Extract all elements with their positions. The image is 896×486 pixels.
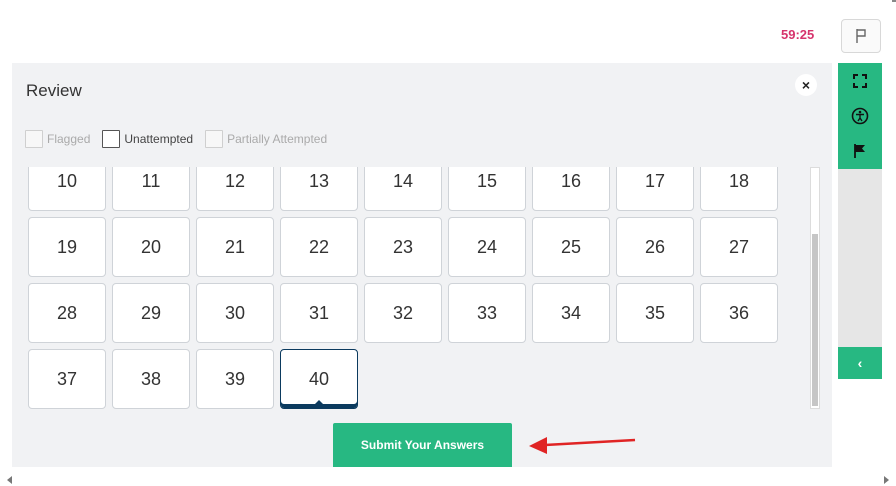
question-cell-30[interactable]: 30: [196, 283, 274, 343]
annotation-arrow: [529, 437, 636, 454]
question-cell-28[interactable]: 28: [28, 283, 106, 343]
exam-timer: 59:25: [781, 27, 815, 42]
question-cell-15[interactable]: 15: [448, 167, 526, 211]
question-cell-37[interactable]: 37: [28, 349, 106, 409]
question-cell-31[interactable]: 31: [280, 283, 358, 343]
question-cell-32[interactable]: 32: [364, 283, 442, 343]
page: 59:25 Review × Flagged Unattempted Parti…: [0, 0, 896, 486]
question-cell-33[interactable]: 33: [448, 283, 526, 343]
close-icon: ×: [801, 77, 811, 93]
close-review-button[interactable]: ×: [795, 74, 817, 96]
question-cell-38[interactable]: 38: [112, 349, 190, 409]
side-toolbar: ‹: [838, 63, 882, 379]
fullscreen-icon[interactable]: [848, 69, 872, 93]
legend-unattempted[interactable]: Unattempted: [102, 130, 193, 148]
question-cell-35[interactable]: 35: [616, 283, 694, 343]
question-cell-13[interactable]: 13: [280, 167, 358, 211]
question-cell-36[interactable]: 36: [700, 283, 778, 343]
question-cell-19[interactable]: 19: [28, 217, 106, 277]
legend-partially-attempted[interactable]: Partially Attempted: [205, 130, 327, 148]
question-cell-21[interactable]: 21: [196, 217, 274, 277]
question-cell-14[interactable]: 14: [364, 167, 442, 211]
question-cell-26[interactable]: 26: [616, 217, 694, 277]
review-legend: Flagged Unattempted Partially Attempted: [25, 130, 339, 148]
question-cell-16[interactable]: 16: [532, 167, 610, 211]
question-grid-viewport: 10 11 12 13 14 15 16 17 18 19 20 21 22 23 24 25 26 27 28 29…: [28, 167, 784, 413]
accessibility-icon[interactable]: [848, 104, 872, 128]
review-panel: Review × Flagged Unattempted Partially A…: [12, 63, 832, 467]
legend-unattempted-checkbox[interactable]: [102, 130, 121, 148]
legend-partially-attempted-label: Partially Attempted: [227, 132, 328, 146]
question-cell-12[interactable]: 12: [196, 167, 274, 211]
question-grid-scrollbar[interactable]: [810, 167, 820, 409]
question-cell-27[interactable]: 27: [700, 217, 778, 277]
legend-partially-attempted-checkbox[interactable]: [205, 130, 224, 148]
scroll-right-icon[interactable]: [884, 476, 889, 484]
flag-icon[interactable]: [848, 139, 872, 163]
question-cell-23[interactable]: 23: [364, 217, 442, 277]
question-cell-20[interactable]: 20: [112, 217, 190, 277]
question-cell-40[interactable]: 40: [280, 349, 358, 409]
question-cell-24[interactable]: 24: [448, 217, 526, 277]
window-edge: [892, 0, 896, 2]
question-cell-11[interactable]: 11: [112, 167, 190, 211]
question-grid: 10 11 12 13 14 15 16 17 18 19 20 21 22 23 24 25 26 27 28 29…: [28, 167, 778, 409]
flag-outline-icon: [856, 29, 866, 43]
submit-answers-button[interactable]: Submit Your Answers: [333, 423, 512, 467]
legend-flagged[interactable]: Flagged: [25, 130, 90, 148]
scroll-left-icon[interactable]: [7, 476, 12, 484]
review-title: Review: [26, 81, 82, 100]
question-cell-17[interactable]: 17: [616, 167, 694, 211]
legend-unattempted-label: Unattempted: [124, 132, 194, 146]
horizontal-scrollbar[interactable]: [0, 474, 896, 486]
question-cell-25[interactable]: 25: [532, 217, 610, 277]
legend-flagged-label: Flagged: [47, 132, 91, 146]
side-toolbar-actions: [838, 63, 882, 169]
question-cell-18[interactable]: 18: [700, 167, 778, 211]
question-cell-22[interactable]: 22: [280, 217, 358, 277]
collapse-toolbar-button[interactable]: ‹: [838, 347, 882, 379]
legend-flagged-checkbox[interactable]: [25, 130, 43, 148]
question-cell-39[interactable]: 39: [196, 349, 274, 409]
question-cell-29[interactable]: 29: [112, 283, 190, 343]
question-cell-34[interactable]: 34: [532, 283, 610, 343]
scrollbar-thumb[interactable]: [812, 234, 818, 406]
flag-question-button[interactable]: [841, 19, 881, 53]
question-cell-10[interactable]: 10: [28, 167, 106, 211]
